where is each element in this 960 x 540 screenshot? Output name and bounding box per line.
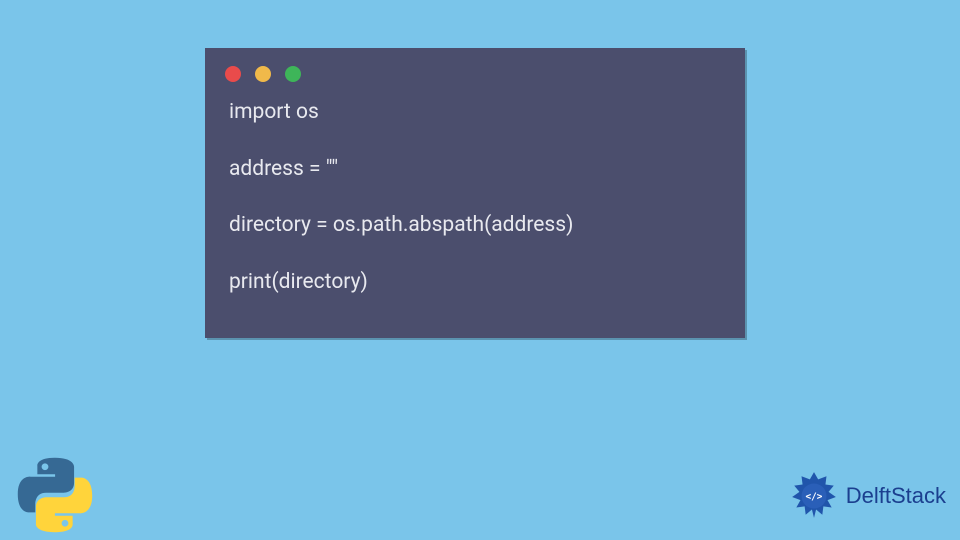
delftstack-logo-icon: </> [788,470,840,522]
brand-name: DelftStack [846,483,946,509]
window-control-minimize-icon [255,66,271,82]
svg-text:</>: </> [805,492,822,503]
window-control-maximize-icon [285,66,301,82]
python-logo-icon [16,456,94,534]
traffic-lights [205,48,745,90]
window-control-close-icon [225,66,241,82]
code-window: import os address = "" directory = os.pa… [205,48,745,338]
code-block: import os address = "" directory = os.pa… [205,90,745,316]
delftstack-brand: </> DelftStack [788,470,946,522]
